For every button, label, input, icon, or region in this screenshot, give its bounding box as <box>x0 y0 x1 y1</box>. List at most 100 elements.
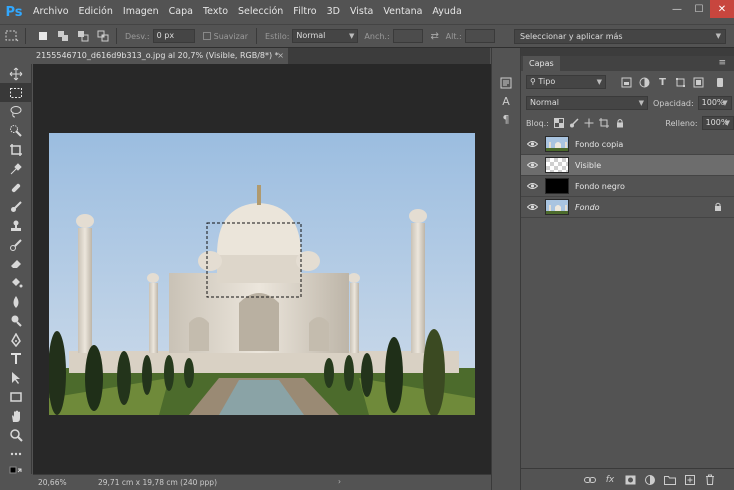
lock-artboard-icon[interactable] <box>599 117 610 129</box>
canvas-area[interactable] <box>33 64 491 474</box>
panel-menu-icon[interactable]: ≡ <box>718 56 726 71</box>
panel-tabs: Capas ≡ <box>521 56 734 71</box>
close-document-icon[interactable]: × <box>277 48 284 64</box>
history-panel-icon[interactable] <box>492 74 520 92</box>
marquee-preset-icon[interactable] <box>4 28 20 44</box>
quick-selection-tool-icon[interactable] <box>0 121 32 140</box>
clone-stamp-tool-icon[interactable] <box>0 216 32 235</box>
eye-icon[interactable] <box>521 203 543 211</box>
chevron-down-icon: ▼ <box>596 78 602 86</box>
select-and-mask-button[interactable]: Seleccionar y aplicar más ▼ <box>514 29 726 44</box>
hand-tool-icon[interactable] <box>0 406 32 425</box>
blur-tool-icon[interactable] <box>0 292 32 311</box>
separator <box>256 28 258 44</box>
layer-row-fondo-copia[interactable]: Fondo copia <box>521 134 734 155</box>
swap-dimensions-icon[interactable]: ⇄ <box>427 28 443 44</box>
chevron-down-icon: ▼ <box>722 99 728 107</box>
antialias-checkbox[interactable] <box>202 32 211 40</box>
lock-all-icon[interactable] <box>614 117 625 129</box>
layers-panel-footer: fx <box>521 468 734 490</box>
layer-row-fondo-negro[interactable]: Fondo negro <box>521 176 734 197</box>
lock-position-icon[interactable] <box>584 117 595 129</box>
close-window-button[interactable]: ✕ <box>710 0 734 18</box>
crop-tool-icon[interactable] <box>0 140 32 159</box>
opacity-value: 100% <box>701 98 725 107</box>
blend-mode-select[interactable]: Normal ▼ <box>526 96 648 110</box>
zoom-level[interactable]: 20,66% <box>38 478 67 487</box>
adjustment-layer-icon[interactable] <box>640 472 660 488</box>
type-tool-icon[interactable] <box>0 349 32 368</box>
taj-mahal-photo[interactable] <box>49 133 475 415</box>
feather-input[interactable]: 0 px <box>152 29 195 43</box>
eye-icon[interactable] <box>521 182 543 190</box>
rectangle-tool-icon[interactable] <box>0 387 32 406</box>
paragraph-panel-icon[interactable]: ¶ <box>492 110 520 128</box>
opacity-input[interactable]: 100% ▼ <box>697 96 732 110</box>
opacity-label: Opacidad: <box>653 98 694 108</box>
brush-tool-icon[interactable] <box>0 197 32 216</box>
menu-archivo[interactable]: Archivo <box>28 0 74 24</box>
menu-texto[interactable]: Texto <box>198 0 233 24</box>
lock-transparency-icon[interactable] <box>553 117 564 129</box>
filter-pixel-icon[interactable] <box>620 76 633 89</box>
menu-ayuda[interactable]: Ayuda <box>427 0 466 24</box>
filter-toggle-icon[interactable] <box>713 76 726 89</box>
zoom-tool-icon[interactable] <box>0 425 32 444</box>
fill-input[interactable]: 100% ▼ <box>701 116 734 130</box>
delete-layer-icon[interactable] <box>700 472 720 488</box>
layer-row-visible[interactable]: Visible <box>521 155 734 176</box>
height-input[interactable] <box>464 29 495 43</box>
menu-3d[interactable]: 3D <box>322 0 345 24</box>
lasso-tool-icon[interactable] <box>0 102 32 121</box>
new-selection-icon[interactable] <box>35 28 51 44</box>
link-layers-icon[interactable] <box>580 472 600 488</box>
menu-seleccion[interactable]: Selección <box>233 0 288 24</box>
eye-icon[interactable] <box>521 161 543 169</box>
more-tools-icon[interactable] <box>0 444 32 463</box>
maximize-button[interactable]: ☐ <box>688 0 710 18</box>
document-tab[interactable]: 2155546710_d616d9b313_o.jpg al 20,7% (Vi… <box>30 48 288 64</box>
status-menu-arrow[interactable]: › <box>338 477 341 486</box>
kind-filter-select[interactable]: ⚲ Tipo ▼ <box>526 75 606 89</box>
eyedropper-tool-icon[interactable] <box>0 159 32 178</box>
dodge-tool-icon[interactable] <box>0 311 32 330</box>
filter-type-icon[interactable]: T <box>656 76 669 89</box>
lock-icon <box>714 202 722 214</box>
menu-imagen[interactable]: Imagen <box>118 0 164 24</box>
add-selection-icon[interactable] <box>55 28 71 44</box>
menu-capa[interactable]: Capa <box>164 0 198 24</box>
healing-brush-tool-icon[interactable] <box>0 178 32 197</box>
lock-brush-icon[interactable] <box>568 117 579 129</box>
filter-smart-object-icon[interactable] <box>692 76 705 89</box>
tab-capas[interactable]: Capas <box>523 56 560 71</box>
layer-style-fx-icon[interactable]: fx <box>600 472 620 488</box>
new-layer-icon[interactable] <box>680 472 700 488</box>
menu-edicion[interactable]: Edición <box>74 0 118 24</box>
path-selection-tool-icon[interactable] <box>0 368 32 387</box>
eraser-tool-icon[interactable] <box>0 254 32 273</box>
move-tool-icon[interactable] <box>0 64 32 83</box>
swap-colors-icon[interactable] <box>0 463 32 482</box>
minimize-button[interactable]: — <box>666 0 688 18</box>
style-select[interactable]: Normal ▼ <box>292 29 359 43</box>
layers-panel: Capas ≡ ⚲ Tipo ▼ T Normal ▼ Opacidad: 10… <box>521 48 734 490</box>
history-brush-tool-icon[interactable] <box>0 235 32 254</box>
add-mask-icon[interactable] <box>620 472 640 488</box>
menu-ventana[interactable]: Ventana <box>378 0 427 24</box>
menu-filtro[interactable]: Filtro <box>288 0 321 24</box>
eye-icon[interactable] <box>521 140 543 148</box>
rectangular-marquee-tool-icon[interactable] <box>0 83 32 102</box>
width-input[interactable] <box>392 29 423 43</box>
layer-row-fondo[interactable]: Fondo <box>521 197 734 218</box>
filter-adjustment-icon[interactable] <box>638 76 651 89</box>
intersect-selection-icon[interactable] <box>95 28 111 44</box>
character-panel-icon[interactable]: A <box>492 92 520 110</box>
menu-vista[interactable]: Vista <box>345 0 378 24</box>
subtract-selection-icon[interactable] <box>75 28 91 44</box>
menu-bar: Ps Archivo Edición Imagen Capa Texto Sel… <box>0 0 734 24</box>
paint-bucket-tool-icon[interactable] <box>0 273 32 292</box>
filter-shape-icon[interactable] <box>674 76 687 89</box>
new-group-icon[interactable] <box>660 472 680 488</box>
lock-row: Bloq.: Relleno: 100% ▼ <box>521 113 734 133</box>
pen-tool-icon[interactable] <box>0 330 32 349</box>
